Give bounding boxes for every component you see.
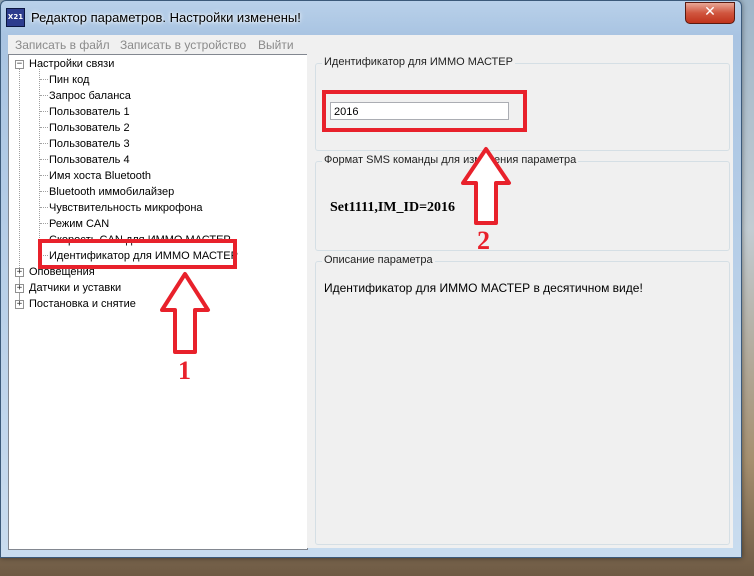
app-icon: X21 [6, 8, 25, 27]
annotation-marker-2: 2 [477, 226, 490, 255]
collapse-icon[interactable]: − [15, 60, 24, 69]
tree-root-arm-disarm[interactable]: Постановка и снятие [29, 297, 136, 311]
description-text: Идентификатор для ИММО МАСТЕР в десятичн… [324, 281, 643, 295]
tree-item-user-2[interactable]: Пользователь 2 [49, 121, 130, 135]
sms-group-title: Формат SMS команды для изменения парамет… [322, 154, 579, 166]
description-groupbox: Описание параметра Идентификатор для ИММ… [315, 254, 730, 545]
tree-root-connection-settings[interactable]: Настройки связи [29, 57, 114, 71]
tree-item-user-1[interactable]: Пользователь 1 [49, 105, 130, 119]
tree-item-user-4[interactable]: Пользователь 4 [49, 153, 130, 167]
expand-icon[interactable]: + [15, 268, 24, 277]
tree-connector-line [40, 143, 48, 144]
tree-item-bluetooth-host[interactable]: Имя хоста Bluetooth [49, 169, 151, 183]
annotation-arrow-up-icon [160, 272, 210, 354]
tree-root-sensors-settings[interactable]: Датчики и уставки [29, 281, 121, 295]
annotation-highlight-tree-item [38, 239, 237, 269]
app-window: X21 Редактор параметров. Настройки измен… [0, 0, 742, 558]
tree-connector-line [40, 159, 48, 160]
tree-item-can-mode[interactable]: Режим CAN [49, 217, 109, 231]
expand-icon[interactable]: + [15, 300, 24, 309]
annotation-highlight-input [322, 90, 527, 132]
title-bar[interactable]: X21 Редактор параметров. Настройки измен… [1, 1, 741, 35]
expand-icon[interactable]: + [15, 284, 24, 293]
tree-item-mic-sensitivity[interactable]: Чувствительность микрофона [49, 201, 203, 215]
close-icon: ✕ [704, 4, 716, 20]
menu-exit[interactable]: Выйти [258, 38, 294, 52]
tree-item-bluetooth-immobilizer[interactable]: Bluetooth иммобилайзер [49, 185, 174, 199]
tree-connector-line [40, 207, 48, 208]
menu-save-to-file[interactable]: Записать в файл [15, 38, 110, 52]
close-button[interactable]: ✕ [685, 2, 735, 24]
tree-connector-line [40, 127, 48, 128]
tree-item-pin-code[interactable]: Пин код [49, 73, 89, 87]
tree-connector-line [39, 69, 40, 256]
tree-connector-line [40, 191, 48, 192]
value-group-title: Идентификатор для ИММО МАСТЕР [322, 56, 515, 68]
tree-connector-line [40, 95, 48, 96]
window-title: Редактор параметров. Настройки изменены! [31, 10, 301, 25]
tree-connector-line [40, 79, 48, 80]
tree-item-balance-request[interactable]: Запрос баланса [49, 89, 131, 103]
menu-bar: Записать в файл Записать в устройство Вы… [8, 35, 733, 55]
tree-connector-line [40, 111, 48, 112]
annotation-arrow-up-icon [461, 147, 511, 225]
sms-groupbox: Формат SMS команды для изменения парамет… [315, 154, 730, 251]
annotation-marker-1: 1 [178, 356, 191, 385]
menu-write-to-device[interactable]: Записать в устройство [120, 38, 246, 52]
tree-connector-line [40, 175, 48, 176]
tree-connector-line [40, 223, 48, 224]
description-group-title: Описание параметра [322, 254, 435, 266]
tree-item-user-3[interactable]: Пользователь 3 [49, 137, 130, 151]
sms-command-text: Set1111,IM_ID=2016 [330, 200, 456, 215]
